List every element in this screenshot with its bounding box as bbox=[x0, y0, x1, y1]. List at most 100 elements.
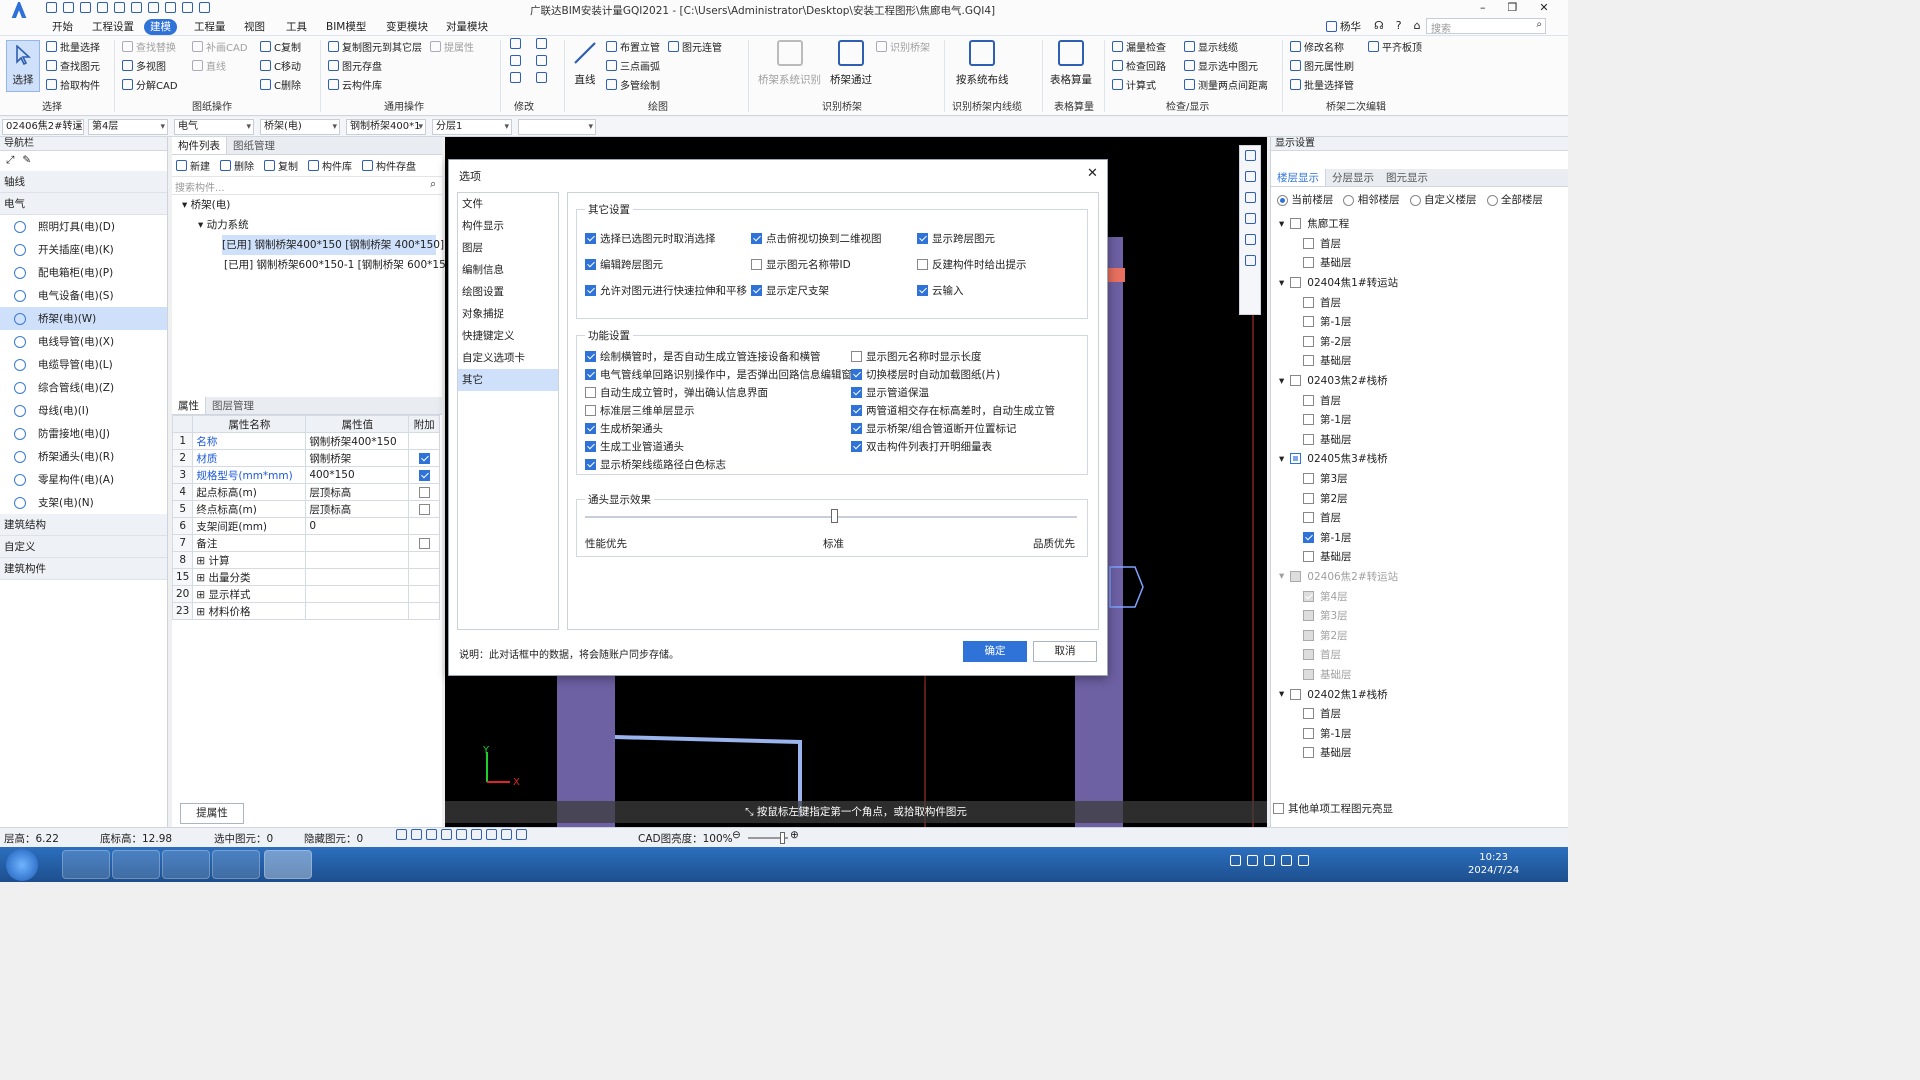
search-icon[interactable]: ⌕ bbox=[430, 178, 436, 191]
floor-checkbox[interactable] bbox=[1290, 375, 1302, 387]
ortho-icon[interactable] bbox=[411, 829, 422, 840]
group-label-table[interactable]: 表格算量 bbox=[1054, 98, 1094, 113]
floor-item[interactable]: 第2层 bbox=[1279, 625, 1560, 645]
rename-button[interactable]: 修改名称 bbox=[1290, 38, 1368, 54]
nav-item-combined[interactable]: 综合管线(电)(Z) bbox=[0, 376, 167, 399]
cube-icon[interactable] bbox=[441, 829, 452, 840]
extra-checkbox[interactable] bbox=[418, 537, 430, 549]
edit-icon[interactable]: ✎ bbox=[22, 154, 31, 168]
fitting-quality-slider[interactable] bbox=[585, 509, 1077, 523]
checkbox[interactable] bbox=[751, 259, 762, 270]
rotate-icon[interactable] bbox=[536, 72, 547, 83]
copy-icon[interactable] bbox=[510, 38, 521, 49]
nav-cat-axis[interactable]: 轴线 bbox=[0, 171, 167, 193]
checkbox[interactable] bbox=[851, 441, 862, 452]
floor-item[interactable]: 基础层 bbox=[1279, 665, 1560, 685]
radio-current-floor[interactable]: 当前楼层 bbox=[1277, 192, 1333, 207]
floor-item[interactable]: 第-2层 bbox=[1279, 332, 1560, 352]
align-slab-top-button[interactable]: 平齐板顶 bbox=[1368, 38, 1448, 54]
floor-checkbox[interactable] bbox=[1303, 433, 1314, 445]
group-label-common-ops[interactable]: 通用操作 bbox=[384, 98, 424, 113]
bridge-system-identify-button[interactable]: 桥架系统识别 bbox=[758, 40, 821, 87]
option-function-left-2[interactable]: 自动生成立管时，弹出确认信息界面 bbox=[585, 384, 863, 401]
floor-checkbox[interactable] bbox=[1303, 531, 1314, 543]
show-selected-button[interactable]: 显示选中图元 bbox=[1184, 57, 1274, 73]
checkbox[interactable] bbox=[851, 387, 862, 398]
collapse-icon[interactable]: ▾ bbox=[1279, 218, 1284, 230]
extra-select[interactable] bbox=[518, 119, 596, 135]
measure-distance-button[interactable]: 测量两点间距离 bbox=[1184, 76, 1274, 92]
checkbox[interactable] bbox=[585, 351, 596, 362]
print-icon[interactable] bbox=[114, 2, 125, 13]
floor-checkbox[interactable] bbox=[1303, 394, 1314, 406]
tab-floor-display[interactable]: 楼层显示 bbox=[1271, 169, 1326, 186]
connect-pipe-button[interactable]: 图元连管 bbox=[668, 38, 722, 54]
menu-modeling[interactable]: 建模 bbox=[144, 19, 177, 35]
floor-item[interactable]: 第-1层 bbox=[1279, 528, 1560, 548]
system-wiring-button[interactable]: 按系统布线 bbox=[956, 40, 1009, 87]
project-item[interactable]: ▾ 02405焦3#栈桥 bbox=[1279, 449, 1560, 469]
cancel-button[interactable]: 取消 bbox=[1033, 641, 1097, 662]
checkbox[interactable] bbox=[917, 259, 928, 270]
view-2d-icon[interactable] bbox=[1244, 171, 1256, 182]
option-function-right-1[interactable]: 切换楼层时自动加载图纸(片) bbox=[851, 366, 1055, 383]
option-function-right-2[interactable]: 显示管道保温 bbox=[851, 384, 1055, 401]
floor-item[interactable]: 基础层 bbox=[1279, 430, 1560, 450]
extract-props-button[interactable]: 提属性 bbox=[430, 38, 474, 54]
option-other-1[interactable]: 点击俯视切换到二维视图 bbox=[751, 230, 917, 247]
pick-component-button[interactable]: 拾取构件 bbox=[46, 76, 100, 92]
taskbar-app-3[interactable] bbox=[162, 850, 210, 879]
floor-checkbox[interactable] bbox=[1303, 237, 1314, 249]
pin-icon[interactable]: ⤢ bbox=[6, 154, 14, 168]
layer-select[interactable]: 分层1 bbox=[432, 119, 512, 135]
floor-checkbox[interactable] bbox=[1303, 335, 1314, 347]
floor-item[interactable]: 第-1层 bbox=[1279, 410, 1560, 430]
checkbox[interactable] bbox=[585, 369, 596, 380]
floor-item[interactable]: 首层 bbox=[1279, 390, 1560, 410]
layer-icon[interactable] bbox=[501, 829, 512, 840]
open-icon[interactable] bbox=[80, 2, 91, 13]
view-3d-icon[interactable] bbox=[1244, 150, 1256, 161]
multi-pipe-button[interactable]: 多管绘制 bbox=[606, 76, 722, 92]
option-other-4[interactable]: 显示图元名称带ID bbox=[751, 256, 917, 273]
missing-check-button[interactable]: 漏量检查 bbox=[1112, 38, 1184, 54]
nav-item-grounding[interactable]: 防雷接地(电)(J) bbox=[0, 422, 167, 445]
restore-icon[interactable]: ❐ bbox=[1508, 1, 1518, 14]
close-icon[interactable]: ✕ bbox=[1539, 1, 1548, 14]
group-label-modify[interactable]: 修改 bbox=[514, 98, 534, 113]
tab-element-display[interactable]: 图元显示 bbox=[1380, 169, 1434, 186]
find-replace-button[interactable]: 查找替换 bbox=[122, 38, 192, 54]
select-button[interactable]: 选择 bbox=[6, 40, 40, 92]
collapse-icon[interactable]: ▾ bbox=[1279, 688, 1284, 700]
headset-icon[interactable]: ☊ bbox=[1374, 19, 1384, 32]
multi-view-button[interactable]: 多视图 bbox=[122, 57, 192, 73]
floor-checkbox[interactable] bbox=[1303, 649, 1314, 661]
floor-item[interactable]: 第-1层 bbox=[1279, 723, 1560, 743]
new-file-icon[interactable] bbox=[63, 2, 74, 13]
element-save-button[interactable]: 图元存盘 bbox=[328, 57, 474, 73]
floor-checkbox[interactable] bbox=[1290, 277, 1302, 289]
nav-cat-structure[interactable]: 建筑结构 bbox=[0, 514, 167, 536]
checkbox[interactable] bbox=[851, 369, 862, 380]
floor-item[interactable]: 首层 bbox=[1279, 508, 1560, 528]
nav-item-busbar[interactable]: 母线(电)(I) bbox=[0, 399, 167, 422]
component-lib-button[interactable]: 构件库 bbox=[308, 158, 352, 174]
option-other-5[interactable]: 反建构件时给出提示 bbox=[917, 256, 1083, 273]
taskbar-gqi[interactable] bbox=[264, 850, 312, 879]
floor-checkbox[interactable] bbox=[1303, 668, 1314, 680]
new-button[interactable]: 新建 bbox=[176, 158, 210, 174]
floor-item[interactable]: 第3层 bbox=[1279, 469, 1560, 489]
new-icon[interactable] bbox=[46, 2, 57, 13]
tab-drawing-manage[interactable]: 图纸管理 bbox=[227, 137, 281, 154]
checkbox[interactable] bbox=[585, 259, 596, 270]
home-icon[interactable]: ⌂ bbox=[1414, 19, 1421, 32]
option-function-left-5[interactable]: 生成工业管道通头 bbox=[585, 438, 863, 455]
find-element-button[interactable]: 查找图元 bbox=[46, 57, 100, 73]
floor-item[interactable]: 基础层 bbox=[1279, 743, 1560, 763]
menu-reconcile[interactable]: 对量模块 bbox=[440, 19, 494, 35]
table-row[interactable]: 4 起点标高(m) 层顶标高 bbox=[171, 483, 440, 501]
delete-icon[interactable] bbox=[510, 72, 521, 83]
tab-layers[interactable]: 图层管理 bbox=[206, 397, 260, 414]
orbit-icon[interactable] bbox=[1244, 234, 1256, 245]
copy-button[interactable]: 复制 bbox=[264, 158, 298, 174]
